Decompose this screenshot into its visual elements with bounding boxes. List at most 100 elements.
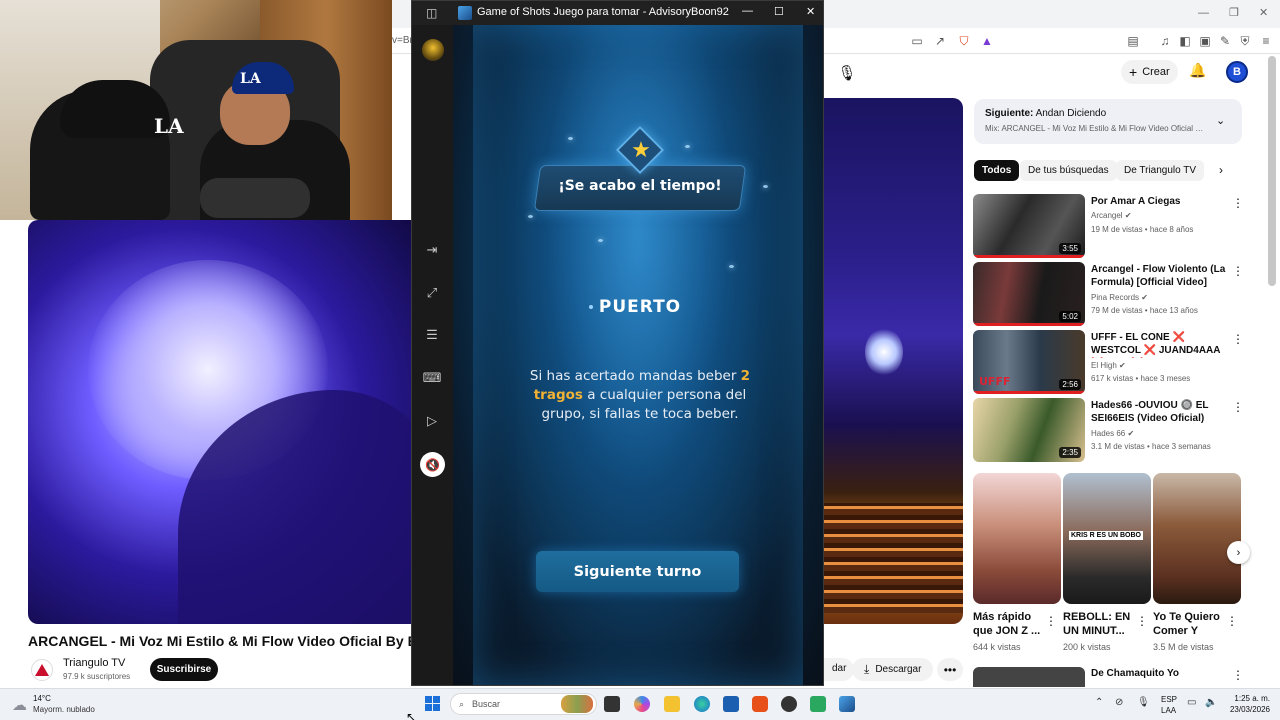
chevron-down-icon[interactable]: ⌄ [1216,114,1225,127]
input-layout[interactable]: LAA [1161,706,1176,715]
app-icon[interactable] [781,696,797,712]
reading-list-icon[interactable]: ▤ [1124,33,1142,49]
chevron-right-icon[interactable]: › [1227,541,1250,564]
minimize-icon[interactable]: — [1198,7,1209,19]
microphone-icon[interactable]: 🎙 [1137,697,1150,708]
more-vert-icon[interactable]: ⋮ [1136,614,1148,628]
more-vert-icon[interactable]: ⋮ [1232,668,1244,682]
recommendation-item[interactable]: 3:55 Por Amar A Ciegas Arcangel ✔ 19 M d… [973,194,1253,258]
short-title[interactable]: Yo Te Quiero Comer Y Yo... [1153,610,1223,638]
close-icon[interactable]: ✕ [1259,6,1268,19]
close-icon[interactable]: ✕ [806,5,815,18]
weather-description[interactable]: Mayorm. nublado [33,705,95,714]
recommendation-thumbnail[interactable]: UFFF 2:56 [973,330,1085,394]
brave-shield-icon[interactable]: ⛉ [955,33,973,49]
recommendation-title[interactable]: De Chamaquito Yo [1091,668,1179,679]
recommendation-thumbnail[interactable]: 3:55 [973,194,1085,258]
cloud-icon[interactable]: ☁ [12,696,27,714]
page-scrollbar[interactable] [1268,56,1276,286]
more-vert-icon[interactable]: ⋮ [1226,614,1238,628]
recommendation-title[interactable]: Hades66 -OUVIOU 🔘 EL SEI66EIS (Video Ofi… [1091,399,1229,425]
input-language[interactable]: ESP [1161,695,1177,704]
microphone-icon: 🎙 [837,65,857,82]
chip-from-searches[interactable]: De tus búsquedas [1020,160,1117,181]
sliders-icon[interactable]: ☰ [422,325,442,345]
short-title[interactable]: Más rápido que JON Z ... [973,610,1043,638]
sidebar-toggle-icon[interactable]: ◫ [426,6,437,20]
game-app-icon[interactable] [839,696,855,712]
clock-time[interactable]: 1:25 a. m. [1226,694,1270,703]
store-icon[interactable] [723,696,739,712]
more-vert-icon[interactable]: ⋮ [1232,332,1244,346]
expand-icon[interactable]: ⤢ [422,283,442,303]
subscribe-button[interactable]: Suscribirse [150,658,218,681]
vpn-icon[interactable]: ⛨ [1236,33,1254,49]
rewards-icon[interactable]: ▲ [978,33,996,49]
keyboard-icon[interactable]: ⌨ [422,368,442,388]
profile-icon[interactable] [422,39,444,61]
game-titlebar[interactable]: ◫ Game of Shots Juego para tomar - Advis… [412,1,823,25]
network-off-icon[interactable]: ⊘ [1115,697,1123,708]
tag-icon[interactable]: ▷ [422,411,442,431]
recommendation-item[interactable]: 5:02 Arcangel - Flow Violento (La Formul… [973,262,1253,326]
recommendation-thumbnail[interactable]: 2:35 [973,398,1085,462]
copilot-icon[interactable] [634,696,650,712]
media-icon[interactable]: ♫ [1156,33,1174,49]
next-turn-button[interactable]: Siguiente turno [536,551,739,592]
weather-temperature[interactable]: 14°C [33,694,51,703]
voice-search-button[interactable]: 🎙 [836,62,858,84]
short-thumbnail[interactable] [973,473,1061,604]
channel-avatar[interactable] [31,659,53,681]
file-explorer-icon[interactable] [664,696,680,712]
recommendation-item[interactable]: UFFF 2:56 UFFF - EL CONE ❌ WESTCOL ❌ JUA… [973,330,1253,394]
create-label: Crear [1142,66,1170,78]
save-button[interactable]: dar [824,658,855,681]
exit-icon[interactable]: ⇥ [422,240,442,260]
more-vert-icon[interactable]: ⋮ [1232,400,1244,414]
more-vert-icon[interactable]: ⋮ [1045,614,1057,628]
sidebar-icon[interactable]: ◧ [1176,33,1194,49]
chevron-right-icon[interactable]: › [1219,163,1223,177]
short-thumbnail[interactable] [1153,473,1241,604]
address-text[interactable]: v=Br [392,35,413,46]
display-icon[interactable]: ▭ [1187,697,1196,708]
channel-name[interactable]: Triangulo TV [63,657,125,669]
edge-icon[interactable] [694,696,710,712]
recommendation-title[interactable]: Por Amar A Ciegas [1091,195,1229,208]
task-view-icon[interactable] [604,696,620,712]
recommendation-title[interactable]: Arcangel - Flow Violento (La Formula) [O… [1091,263,1229,289]
recommendation-item[interactable]: 2:35 Hades66 -OUVIOU 🔘 EL SEI66EIS (Vide… [973,398,1253,462]
video-player[interactable] [28,220,412,624]
recommendation-title[interactable]: UFFF - EL CONE ❌ WESTCOL ❌ JUAND4AAA ❌ E… [1091,331,1229,358]
menu-icon[interactable]: ≡ [1257,33,1275,49]
share-icon[interactable]: ↗ [931,33,949,49]
short-title[interactable]: REBOLL: EN UN MINUT... [1063,610,1133,638]
download-button[interactable]: ⤓ Descargar [852,658,934,681]
wallet-icon[interactable]: ▣ [1196,33,1214,49]
app-icon[interactable] [810,696,826,712]
cast-icon[interactable]: ▭ [908,33,926,49]
mute-icon[interactable]: 🔇 [420,452,445,477]
more-vert-icon[interactable]: ⋮ [1232,196,1244,210]
video-player-right[interactable] [823,98,963,624]
extensions-icon[interactable]: ✎ [1216,33,1234,49]
brave-icon[interactable] [752,696,768,712]
up-next-card[interactable] [974,99,1242,144]
more-actions-button[interactable]: ••• [937,658,963,681]
restore-icon[interactable]: ❐ [1229,6,1239,19]
chip-from-channel[interactable]: De Triangulo TV [1116,160,1205,181]
clock-date[interactable]: 23/03/2026 [1226,705,1270,714]
volume-icon[interactable]: 🔈 [1205,697,1217,708]
short-thumbnail[interactable]: KRIS R ES UN BOBO [1063,473,1151,604]
more-vert-icon[interactable]: ⋮ [1232,264,1244,278]
chip-all[interactable]: Todos [974,160,1020,181]
avatar[interactable]: B [1226,61,1248,83]
windows-start-icon[interactable] [425,696,441,712]
chevron-up-icon[interactable]: ⌃ [1095,697,1103,708]
maximize-icon[interactable]: ☐ [774,5,784,18]
notifications-button[interactable]: 🔔 [1189,62,1206,79]
recommendation-thumbnail[interactable] [973,667,1085,687]
create-button[interactable]: + Crear [1121,60,1178,84]
recommendation-thumbnail[interactable]: 5:02 [973,262,1085,326]
minimize-icon[interactable]: — [742,5,753,17]
